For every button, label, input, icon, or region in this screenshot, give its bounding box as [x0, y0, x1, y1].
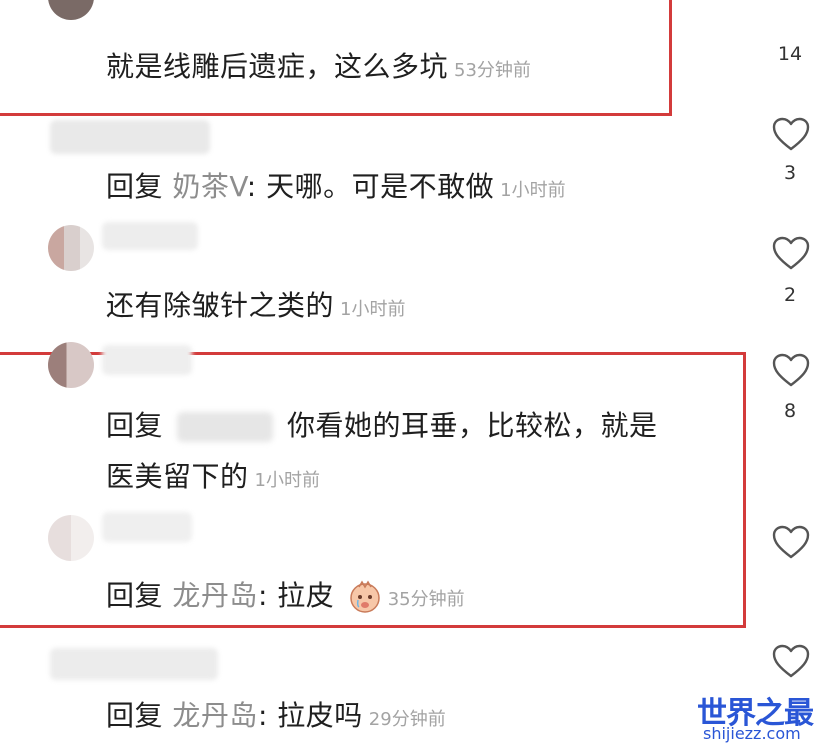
like-count: 3 — [783, 162, 797, 184]
heart-outline-icon[interactable] — [771, 235, 811, 271]
reply-text: 回复 龙丹岛: 拉皮 35分钟前 — [106, 579, 465, 614]
avatar[interactable] — [48, 225, 94, 271]
comment-time: 1小时前 — [500, 180, 566, 201]
comment-text: 就是线雕后遗症，这么多坑 53分钟前 — [106, 50, 531, 83]
avatar[interactable] — [48, 515, 94, 561]
heart-outline-icon[interactable] — [771, 524, 811, 560]
heart-outline-icon[interactable] — [771, 643, 811, 679]
watermark-url: shijiezz.com — [703, 724, 801, 743]
reply-text: 回复 奶茶V: 天哪。可是不敢做 1小时前 — [106, 170, 566, 203]
avatar[interactable] — [48, 342, 94, 388]
like-count: 14 — [777, 43, 803, 65]
reply-username[interactable]: 龙丹岛 — [172, 579, 258, 612]
like-count: 8 — [783, 400, 797, 422]
comment-time: 29分钟前 — [368, 709, 446, 730]
blurred-username — [102, 512, 192, 542]
blurred-avatar — [50, 120, 210, 154]
reply-text: 回复 龙丹岛: 拉皮吗 29分钟前 — [106, 699, 446, 732]
blurred-avatar — [50, 648, 218, 680]
comment-time: 35分钟前 — [387, 589, 465, 610]
heart-outline-icon[interactable] — [771, 116, 811, 152]
comment-time: 1小时前 — [254, 470, 320, 491]
like-count: 2 — [783, 284, 797, 306]
crying-face-emoji-icon — [348, 580, 382, 614]
reply-username[interactable]: 奶茶V — [172, 170, 246, 203]
comment-time: 53分钟前 — [454, 60, 531, 81]
blurred-username — [102, 345, 192, 375]
comment-time: 1小时前 — [340, 299, 406, 320]
reply-text-line2: 医美留下的 1小时前 — [106, 460, 320, 493]
reply-username[interactable]: 龙丹岛 — [172, 699, 258, 732]
comment-text: 还有除皱针之类的 1小时前 — [106, 289, 406, 322]
blurred-username — [177, 412, 274, 442]
heart-outline-icon[interactable] — [771, 352, 811, 388]
reply-text: 回复 你看她的耳垂，比较松，就是 — [106, 409, 658, 442]
blurred-username — [102, 222, 198, 250]
